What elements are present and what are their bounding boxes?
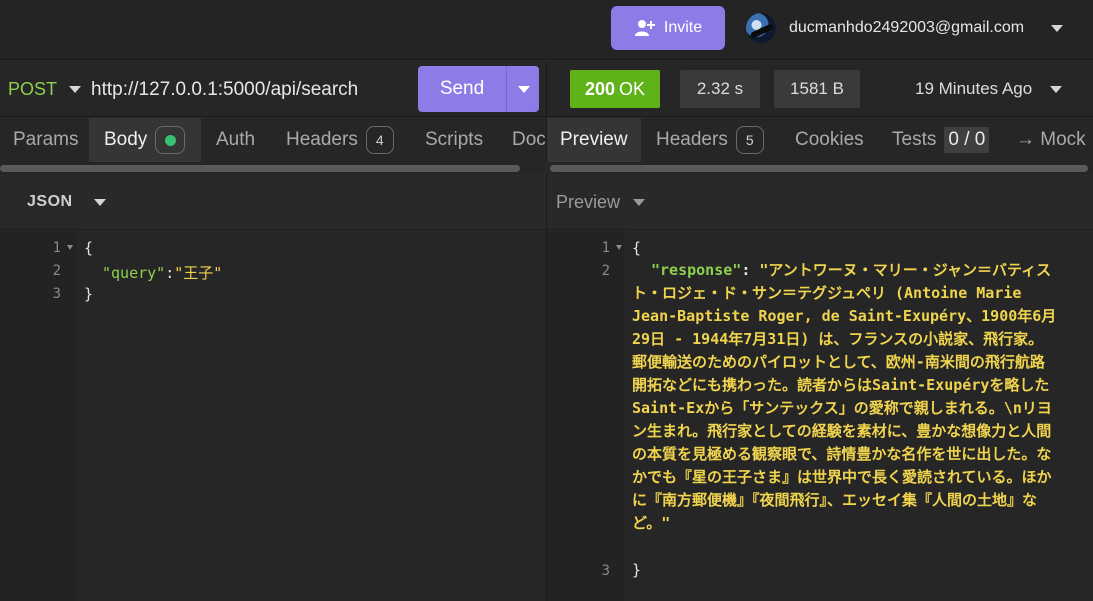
avatar[interactable] (746, 13, 776, 43)
tab-label: Cookies (795, 129, 864, 150)
method-selector[interactable]: POST (8, 79, 57, 100)
response-tabs: Preview Headers 5 Cookies Tests 0 / 0 → … (546, 118, 1093, 162)
tab-response-headers[interactable]: Headers 5 (656, 118, 764, 162)
status-text: OK (619, 78, 646, 99)
body-status-dot-icon (155, 126, 186, 154)
code-line: { (632, 239, 642, 257)
tab-mock[interactable]: → Mock (1016, 118, 1086, 162)
tab-label: Params (13, 129, 79, 150)
tab-docs[interactable]: Doc (512, 118, 546, 162)
request-url-bar: POST http://127.0.0.1:5000/api/search Se… (0, 61, 546, 117)
body-format-selector[interactable]: JSON (27, 193, 73, 211)
response-tabs-scrollbar[interactable] (547, 162, 1093, 174)
response-json-line: "response": "アントワーヌ・マリー・ジャン＝バティスト・ロジェ・ド・… (632, 259, 1057, 535)
json-colon: : (165, 264, 175, 282)
format-chevron-down-icon[interactable] (94, 199, 106, 206)
tab-label: Tests (892, 129, 937, 150)
tab-auth[interactable]: Auth (216, 118, 255, 162)
line-number: 2 (601, 263, 610, 279)
json-key: "query" (102, 264, 166, 282)
response-headers-count-badge: 5 (735, 126, 764, 154)
history-chevron-down-icon[interactable] (1050, 86, 1062, 93)
send-button[interactable]: Send (418, 66, 506, 112)
tab-label: Headers (656, 129, 728, 150)
line-number: 3 (52, 286, 61, 302)
preview-mode-bar: Preview (546, 174, 1093, 230)
fold-chevron-down-icon[interactable] (616, 245, 622, 250)
tab-cookies[interactable]: Cookies (795, 118, 864, 162)
line-gutter: 1 2 3 (0, 231, 77, 601)
preview-chevron-down-icon[interactable] (633, 199, 645, 206)
tab-scripts[interactable]: Scripts (425, 118, 483, 162)
line-number: 1 (52, 240, 61, 256)
tab-tests[interactable]: Tests 0 / 0 (892, 118, 990, 162)
fold-chevron-down-icon[interactable] (67, 245, 73, 250)
tab-body[interactable]: Body (89, 118, 201, 162)
tab-label: → Mock (1016, 129, 1086, 150)
url-input[interactable]: http://127.0.0.1:5000/api/search (91, 79, 358, 101)
json-string: "王子" (174, 264, 223, 282)
response-history-selector[interactable]: 19 Minutes Ago (915, 79, 1032, 99)
response-time: 2.32 s (680, 70, 760, 108)
request-tabs: Params Body Auth Headers 4 Scripts Doc (0, 118, 546, 162)
code-line: "query":"王子" (102, 262, 222, 283)
send-options-chevron-down-icon[interactable] (506, 66, 539, 112)
json-key: "response" (651, 261, 742, 279)
line-gutter: 1 2 3 (547, 231, 625, 601)
invite-label: Invite (663, 19, 703, 36)
json-string: "アントワーヌ・マリー・ジャン＝バティスト・ロジェ・ド・サン＝テグジュペリ (A… (632, 261, 1057, 532)
line-number: 2 (52, 263, 61, 279)
top-bar: Invite ducmanhdo2492003@gmail.com (0, 0, 1093, 60)
tests-count-badge: 0 / 0 (944, 127, 990, 153)
response-size: 1581 B (774, 70, 860, 108)
status-badge: 200 OK (570, 70, 660, 108)
add-user-icon (634, 20, 655, 36)
tab-label: Auth (216, 129, 256, 150)
response-preview: 1 2 3 { "response": "アントワーヌ・マリー・ジャン＝バティス… (546, 231, 1093, 601)
tab-params[interactable]: Params (13, 118, 78, 162)
code-line: } (84, 285, 94, 303)
method-chevron-down-icon[interactable] (69, 86, 81, 93)
headers-count-badge: 4 (365, 126, 394, 154)
tab-preview[interactable]: Preview (547, 118, 641, 162)
line-number: 3 (601, 563, 610, 579)
line-number: 1 (601, 240, 610, 256)
preview-mode-selector[interactable]: Preview (556, 192, 620, 213)
tab-label: Headers (286, 129, 358, 150)
account-email[interactable]: ducmanhdo2492003@gmail.com (789, 19, 1024, 37)
tab-label: Scripts (425, 129, 484, 150)
body-format-bar: JSON (0, 174, 546, 230)
response-status-bar: 200 OK 2.32 s 1581 B 19 Minutes Ago (546, 61, 1093, 117)
request-tabs-scrollbar[interactable] (0, 162, 546, 174)
tab-label: Preview (560, 129, 628, 150)
tab-label: Body (104, 129, 148, 150)
tab-headers[interactable]: Headers 4 (286, 118, 394, 162)
invite-button[interactable]: Invite (611, 6, 725, 50)
request-body-editor[interactable]: 1 2 3 { "query":"王子" } (0, 231, 546, 601)
status-code: 200 (584, 78, 616, 99)
chevron-down-icon[interactable] (1051, 25, 1063, 32)
code-line: } (632, 561, 642, 579)
code-line: { (84, 239, 94, 257)
tab-label: Doc (512, 129, 546, 150)
json-colon: : (741, 261, 760, 279)
